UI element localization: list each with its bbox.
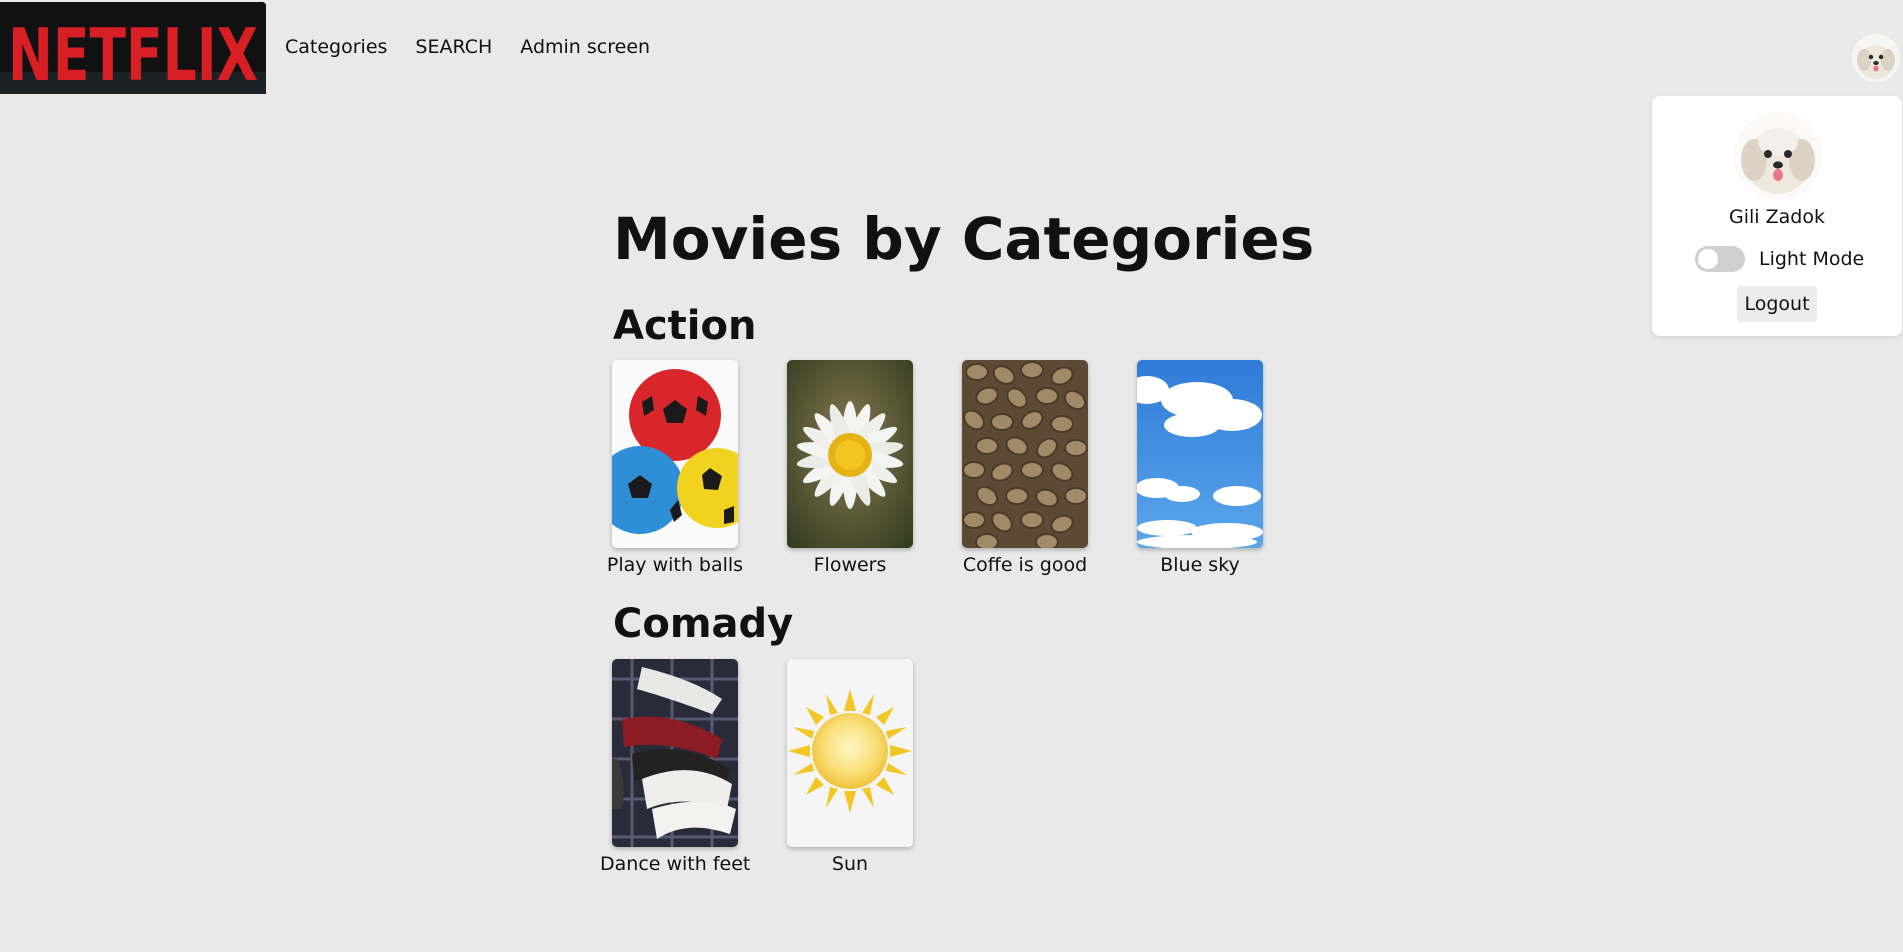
coffee-beans-image (962, 360, 1088, 548)
movie-title: Dance with feet (600, 853, 751, 875)
user-avatar-button[interactable] (1852, 34, 1900, 82)
profile-avatar (1734, 112, 1822, 200)
movie-title: Flowers (813, 554, 887, 576)
movie-title: Blue sky (1160, 554, 1240, 576)
sneakers-image (612, 659, 738, 847)
page-title: Movies by Categories (613, 205, 1315, 273)
dark-mode-toggle[interactable] (1695, 246, 1745, 272)
nav-search-link[interactable]: SEARCH (415, 36, 492, 58)
movie-poster (962, 360, 1088, 548)
theme-mode-label: Light Mode (1759, 248, 1865, 270)
dog-avatar-icon (1852, 34, 1900, 82)
movie-poster (612, 659, 738, 847)
main-nav: Categories SEARCH Admin screen (285, 36, 650, 58)
category-title-comady: Comady (613, 601, 794, 647)
daisy-image (787, 360, 913, 548)
profile-dropdown: Gili Zadok Light Mode Logout (1652, 96, 1902, 336)
movie-poster (787, 659, 913, 847)
movie-poster (1137, 360, 1263, 548)
logout-button[interactable]: Logout (1737, 286, 1817, 322)
category-title-action: Action (613, 303, 757, 349)
movie-title: Coffe is good (962, 554, 1088, 576)
netflix-logo-graphic: NETFLIX (0, 2, 266, 94)
movie-poster (612, 360, 738, 548)
netflix-logo[interactable]: NETFLIX (0, 2, 266, 94)
sun-image (787, 659, 913, 847)
clouds-sky-image (1137, 360, 1263, 548)
top-navbar: NETFLIX Categories SEARCH Admin screen (0, 0, 1903, 96)
movie-poster (787, 360, 913, 548)
profile-name: Gili Zadok (1729, 206, 1825, 228)
movie-title: Sun (831, 853, 869, 875)
nav-categories-link[interactable]: Categories (285, 36, 387, 58)
dog-avatar-icon (1734, 112, 1822, 200)
toggle-knob (1698, 249, 1718, 269)
soccer-balls-image (612, 360, 738, 548)
logo-text: NETFLIX (8, 13, 258, 94)
nav-admin-link[interactable]: Admin screen (520, 36, 650, 58)
movie-title: Play with balls (606, 554, 744, 576)
theme-toggle-row: Light Mode (1695, 246, 1864, 272)
